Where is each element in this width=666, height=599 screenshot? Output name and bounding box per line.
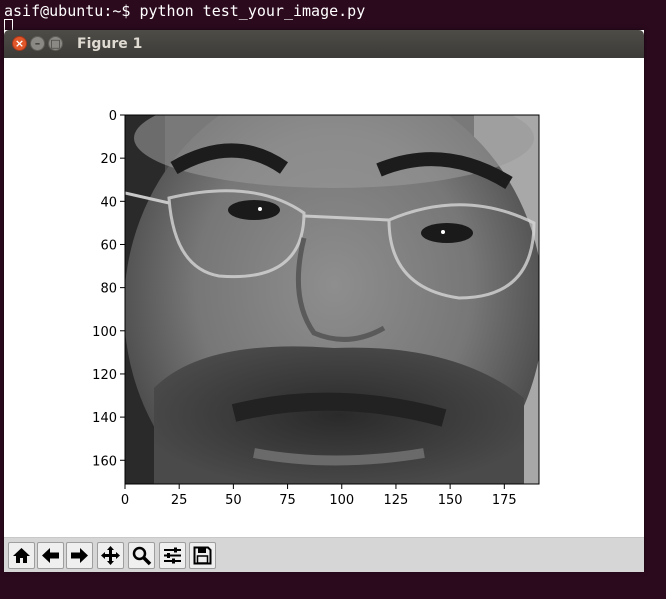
y-tick-label: 60 — [100, 238, 117, 253]
zoom-icon — [132, 546, 152, 566]
y-tick-label: 20 — [100, 152, 117, 167]
minimize-button[interactable]: – — [30, 36, 45, 51]
save-icon — [193, 546, 212, 565]
y-axis: 0 20 40 60 80 100 120 140 160 — [92, 109, 125, 469]
maximize-button[interactable]: □ — [48, 36, 63, 51]
figure-canvas[interactable]: 0 20 40 60 80 100 120 140 160 0 25 50 75 100 125 150 17… — [4, 58, 644, 537]
back-button[interactable] — [37, 542, 64, 569]
y-tick-label: 40 — [100, 195, 117, 210]
x-tick-label: 50 — [225, 493, 242, 508]
figure-window: × – □ Figure 1 0 20 40 60 80 100 120 140… — [4, 30, 644, 572]
close-button[interactable]: × — [12, 36, 27, 51]
sliders-icon — [164, 547, 181, 564]
pan-button[interactable] — [97, 542, 124, 569]
terminal-command-line: asif@ubuntu:~$ python test_your_image.py — [4, 2, 365, 20]
figure-plot: 0 20 40 60 80 100 120 140 160 0 25 50 75 100 125 150 17… — [92, 109, 540, 508]
home-icon — [13, 548, 30, 563]
terminal-command: python test_your_image.py — [139, 2, 366, 20]
zoom-button[interactable] — [128, 542, 155, 569]
home-button[interactable] — [8, 542, 35, 569]
x-tick-label: 75 — [279, 493, 296, 508]
y-tick-label: 140 — [92, 411, 117, 426]
arrow-right-icon — [71, 548, 88, 563]
title-bar[interactable]: × – □ Figure 1 — [4, 30, 644, 58]
y-tick-label: 80 — [100, 282, 117, 297]
window-title: Figure 1 — [77, 36, 143, 52]
x-tick-label: 100 — [329, 493, 354, 508]
x-tick-label: 175 — [492, 493, 517, 508]
y-tick-label: 120 — [92, 368, 117, 383]
x-axis: 0 25 50 75 100 125 150 175 — [121, 484, 517, 508]
y-tick-label: 0 — [109, 109, 117, 124]
matplotlib-toolbar — [4, 537, 644, 572]
x-tick-label: 150 — [438, 493, 463, 508]
terminal-prompt: asif@ubuntu:~$ — [4, 2, 131, 20]
face-image — [125, 115, 539, 484]
x-tick-label: 25 — [171, 493, 188, 508]
y-tick-label: 160 — [92, 454, 117, 469]
save-button[interactable] — [189, 542, 216, 569]
y-tick-label: 100 — [92, 325, 117, 340]
arrow-left-icon — [42, 548, 59, 563]
configure-subplots-button[interactable] — [159, 542, 186, 569]
move-icon — [101, 546, 120, 565]
x-tick-label: 125 — [384, 493, 409, 508]
x-tick-label: 0 — [121, 493, 129, 508]
forward-button[interactable] — [66, 542, 93, 569]
